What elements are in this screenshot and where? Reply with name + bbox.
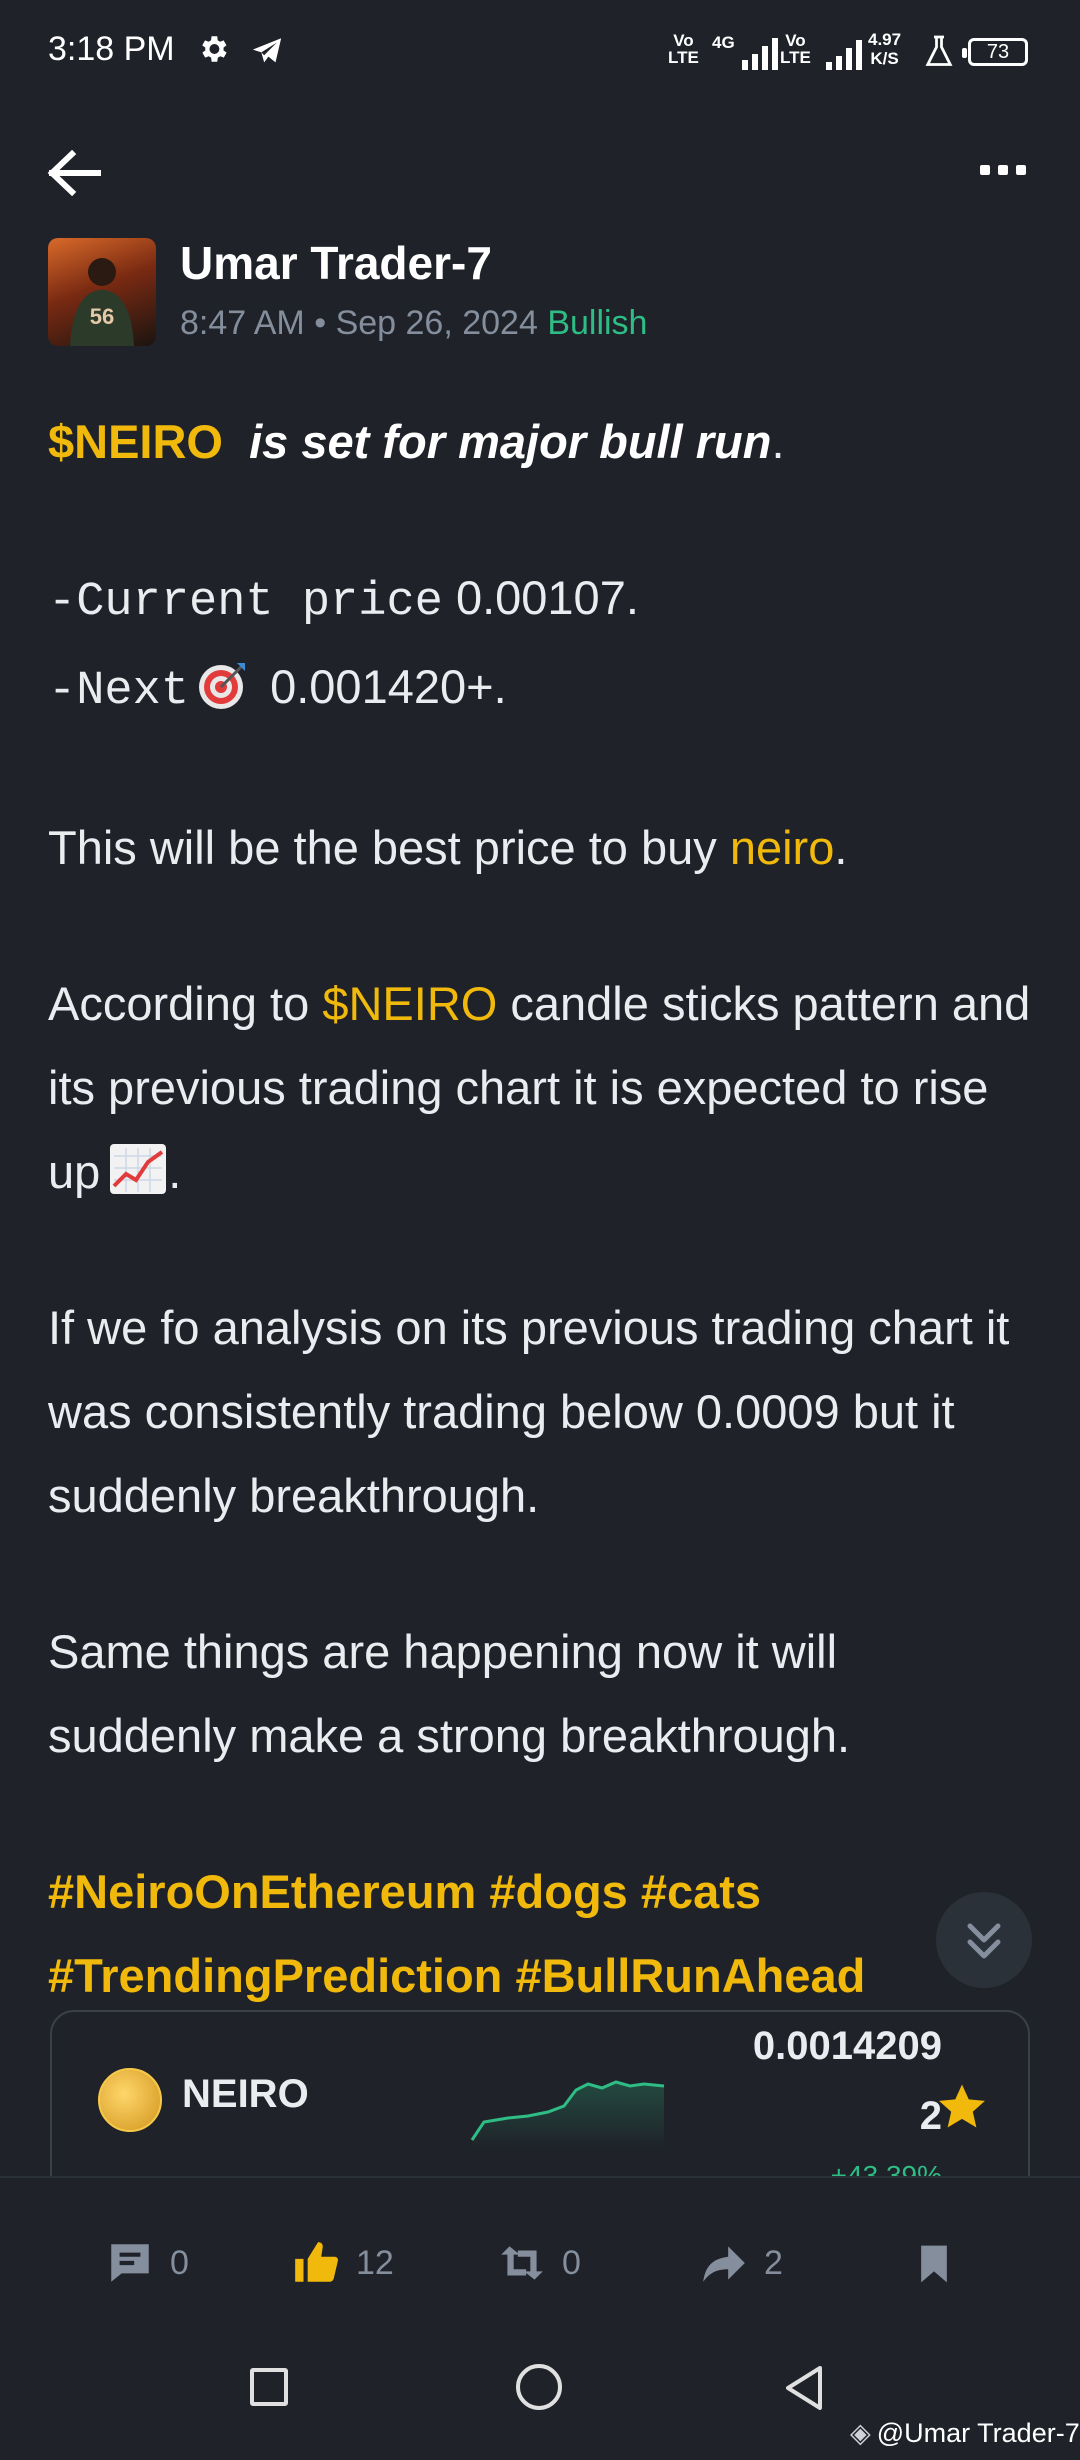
target-icon	[199, 663, 246, 709]
status-time: 3:18 PM	[48, 30, 175, 68]
home-button[interactable]	[516, 2364, 562, 2410]
scroll-down-button[interactable]	[936, 1892, 1032, 1988]
like-count: 12	[356, 2243, 394, 2282]
hashtags-line-2[interactable]: #TrendingPrediction #BullRunAhead	[48, 1934, 1038, 2018]
like-button[interactable]: 12	[290, 2238, 394, 2288]
thumbs-up-icon	[295, 2242, 339, 2282]
recent-apps-button[interactable]	[250, 2368, 288, 2406]
double-chevron-down-icon	[967, 1923, 1001, 1959]
meta-separator: •	[314, 304, 327, 342]
post-headline: $NEIRO is set for major bull run.	[48, 415, 785, 468]
analysis-paragraph: If we fo analysis on its previous tradin…	[48, 1301, 1010, 1522]
next-target-line: -Next 0.001420+.	[48, 660, 507, 718]
flask-icon	[925, 35, 953, 66]
sentiment-badge: Bullish	[547, 304, 648, 342]
network-type: 4G	[712, 33, 735, 52]
network-speed: 4.97 K/S	[868, 30, 902, 68]
battery-indicator: 73	[962, 38, 1028, 66]
binance-logo-icon: ◈	[850, 2418, 871, 2448]
comment-count: 0	[170, 2243, 189, 2282]
hashtags-line-1[interactable]: #NeiroOnEthereum #dogs #cats	[48, 1850, 1038, 1934]
current-price-line: -Current price 0.00107.	[48, 571, 639, 629]
ticker-link[interactable]: $NEIRO	[48, 415, 223, 468]
signal-bars-1-icon	[742, 36, 778, 70]
coin-price: 0.0014209	[752, 2024, 942, 2068]
coin-link[interactable]: neiro	[730, 821, 835, 874]
coin-price-continued: 2	[919, 2094, 942, 2138]
star-icon[interactable]	[934, 2080, 990, 2134]
telegram-icon	[252, 38, 282, 63]
according-paragraph: According to $NEIRO candle sticks patter…	[48, 977, 1031, 1198]
volte-indicator-2: Vo LTE	[780, 31, 811, 67]
repost-count: 0	[562, 2243, 581, 2282]
comment-icon	[111, 2244, 149, 2282]
share-count: 2	[764, 2243, 783, 2282]
arrow-left-icon[interactable]	[46, 150, 102, 196]
best-price-line: This will be the best price to buy neiro…	[48, 821, 848, 874]
svg-text:56: 56	[90, 304, 114, 329]
action-bar: 0 12 0 2	[0, 2176, 1080, 2348]
post-meta: 8:47 AM • Sep 26, 2024 Bullish	[180, 304, 647, 343]
repost-button[interactable]: 0	[496, 2238, 581, 2288]
status-bar: 3:18 PM Vo LTE 4G Vo LTE 4.97 K/S 73	[0, 0, 1080, 110]
avatar[interactable]: 56	[48, 238, 156, 346]
back-triangle-icon[interactable]	[780, 2362, 830, 2414]
post-date: Sep 26, 2024	[335, 304, 538, 342]
comment-button[interactable]: 0	[104, 2238, 189, 2288]
post-time: 8:47 AM	[180, 304, 305, 342]
volte-indicator-1: Vo LTE	[668, 31, 699, 67]
watermark: ◈ @Umar Trader-7	[850, 2418, 1080, 2448]
share-button[interactable]: 2	[698, 2238, 783, 2288]
share-icon	[703, 2246, 745, 2282]
chart-increasing-icon	[110, 1144, 167, 1194]
coin-name: NEIRO	[182, 2072, 309, 2116]
post-body: $NEIRO is set for major bull run. -Curre…	[48, 400, 1038, 2018]
same-things-paragraph: Same things are happening now it will su…	[48, 1625, 851, 1762]
gear-icon	[202, 36, 227, 62]
signal-bars-2-icon	[826, 36, 862, 70]
repost-icon	[501, 2246, 543, 2280]
headline-text: is set for major bull run	[249, 415, 772, 468]
coin-logo-icon	[98, 2068, 162, 2132]
bookmark-icon[interactable]	[912, 2242, 956, 2286]
more-dots-icon[interactable]	[980, 165, 1026, 175]
author-name[interactable]: Umar Trader-7	[180, 236, 492, 290]
ticker-link-2[interactable]: $NEIRO	[322, 977, 497, 1030]
